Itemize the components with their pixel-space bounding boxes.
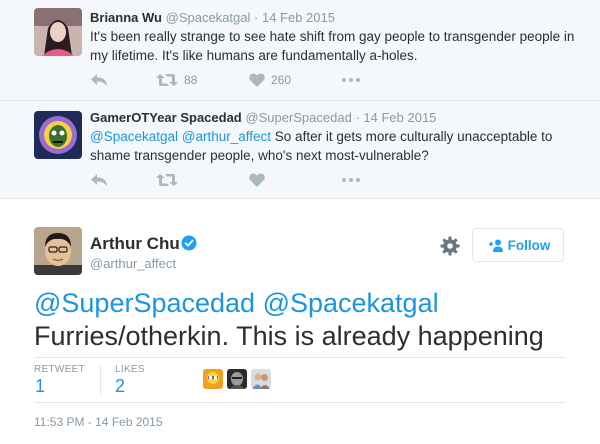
avatar[interactable] — [34, 111, 82, 159]
mention-link[interactable]: @Spacekatgal — [90, 129, 178, 144]
liker-avatar[interactable] — [203, 369, 223, 389]
follow-button[interactable]: Follow — [472, 228, 564, 262]
tweet-text: @SuperSpacedad @Spacekatgal Furries/other… — [34, 287, 574, 353]
tweet-date[interactable]: 14 Feb 2015 — [363, 110, 436, 125]
tweet-actions — [90, 170, 360, 190]
tweet-header: GamerOTYear Spacedad @SuperSpacedad · 14… — [90, 110, 436, 125]
tweet-header: Brianna Wu @Spacekatgal · 14 Feb 2015 — [90, 10, 335, 25]
reply-button[interactable] — [90, 173, 156, 187]
separator-dot: · — [355, 110, 360, 125]
tweet-body: Furries/otherkin. This is already happen… — [34, 321, 544, 351]
gear-icon[interactable] — [440, 236, 460, 256]
tweet-timestamp[interactable]: 11:53 PM - 14 Feb 2015 — [34, 415, 163, 429]
likes-stat-count[interactable]: 2 — [115, 376, 125, 397]
retweet-icon — [156, 174, 178, 186]
likes-stat-label: LIKES — [115, 364, 145, 375]
like-count: 260 — [271, 73, 292, 87]
like-button[interactable]: 260 — [249, 73, 342, 87]
heart-icon — [249, 173, 265, 187]
more-button[interactable] — [342, 178, 360, 182]
follow-label: Follow — [507, 237, 551, 253]
retweet-button[interactable] — [156, 173, 249, 187]
divider — [100, 366, 101, 396]
verified-badge-icon — [181, 235, 197, 251]
like-button[interactable] — [249, 173, 342, 187]
likers-avatars — [203, 369, 271, 389]
author-handle[interactable]: @Spacekatgal — [166, 10, 251, 25]
mention-link[interactable]: @SuperSpacedad — [34, 288, 255, 318]
tweet-text: It's been really strange to see hate shi… — [90, 29, 575, 63]
add-user-icon — [488, 239, 503, 252]
more-icon — [342, 178, 360, 182]
tweet-text: @Spacekatgal @arthur_affect So after it … — [90, 127, 580, 165]
author-name[interactable]: Arthur Chu — [90, 234, 180, 254]
separator-dot: · — [254, 10, 259, 25]
mention-link[interactable]: @arthur_affect — [182, 129, 271, 144]
mention-link[interactable]: @Spacekatgal — [263, 288, 439, 318]
retweet-stat-count[interactable]: 1 — [35, 376, 45, 397]
author-name[interactable]: Brianna Wu — [90, 10, 162, 25]
retweet-icon — [156, 74, 178, 86]
reply-button[interactable] — [90, 73, 156, 87]
tweet-actions: 88 260 — [90, 70, 360, 90]
liker-avatar[interactable] — [251, 369, 271, 389]
avatar[interactable] — [34, 8, 82, 56]
author-handle[interactable]: @arthur_affect — [90, 256, 176, 271]
context-tweet-1[interactable]: Brianna Wu @Spacekatgal · 14 Feb 2015 It… — [0, 0, 600, 101]
tweet-date[interactable]: 14 Feb 2015 — [262, 10, 335, 25]
divider — [34, 357, 566, 358]
context-tweet-2[interactable]: GamerOTYear Spacedad @SuperSpacedad · 14… — [0, 101, 600, 199]
more-icon — [342, 78, 360, 82]
author-handle[interactable]: @SuperSpacedad — [245, 110, 351, 125]
reply-icon — [91, 174, 107, 186]
avatar[interactable] — [34, 227, 82, 275]
author-name[interactable]: GamerOTYear Spacedad — [90, 110, 242, 125]
more-button[interactable] — [342, 78, 360, 82]
divider — [34, 402, 566, 403]
retweet-button[interactable]: 88 — [156, 73, 249, 87]
retweet-stat-label: RETWEET — [34, 364, 85, 375]
heart-icon — [249, 73, 265, 87]
liker-avatar[interactable] — [227, 369, 247, 389]
retweet-count: 88 — [184, 73, 198, 87]
reply-icon — [91, 74, 107, 86]
